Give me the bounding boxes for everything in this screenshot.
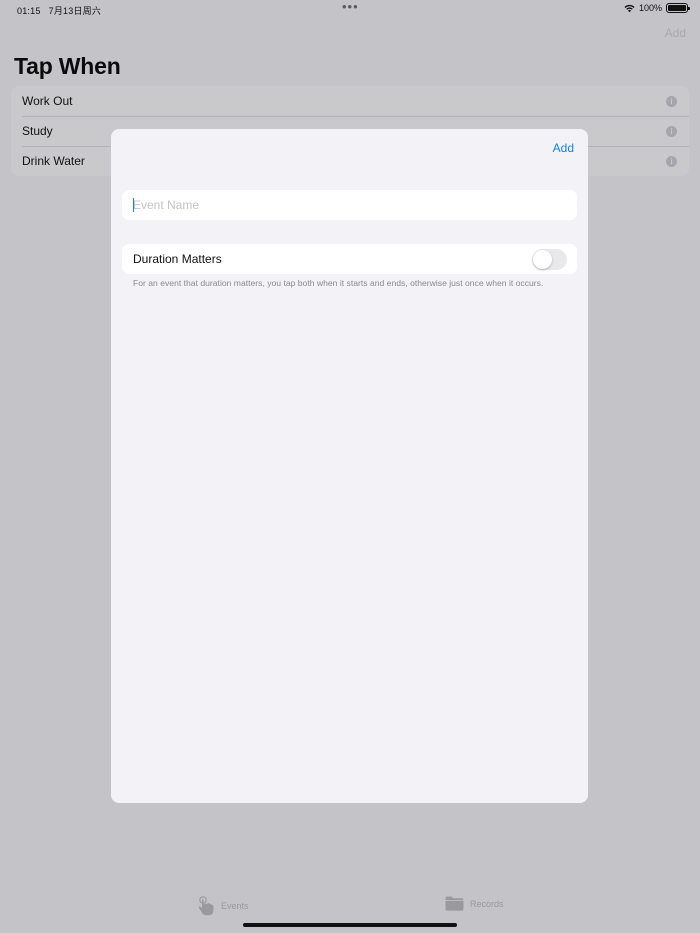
event-name-field[interactable] (122, 190, 577, 220)
duration-matters-label: Duration Matters (133, 252, 222, 266)
duration-matters-toggle[interactable] (532, 248, 567, 270)
status-bar: 01:15 7月13日周六 ••• 100% (0, 0, 700, 18)
add-button[interactable]: Add (553, 141, 574, 155)
tab-events[interactable]: Events (197, 896, 249, 916)
list-item-label: Study (22, 124, 53, 138)
info-icon[interactable]: i (666, 95, 677, 107)
info-icon[interactable]: i (666, 155, 677, 167)
info-icon[interactable]: i (666, 125, 677, 137)
status-time: 01:15 7月13日周六 (17, 4, 101, 17)
multitasking-dots-icon[interactable]: ••• (342, 0, 359, 13)
status-clock: 01:15 (17, 6, 41, 16)
status-indicators: 100% (624, 3, 690, 13)
add-event-sheet: Add Duration Matters For an event that d… (111, 129, 588, 803)
tab-records-label: Records (470, 898, 504, 909)
screen: 01:15 7月13日周六 ••• 100% Add Tap When Work… (0, 0, 700, 933)
text-cursor (133, 198, 134, 212)
toggle-knob (533, 249, 552, 269)
event-name-input[interactable] (133, 198, 577, 212)
list-item-label: Work Out (22, 94, 73, 108)
wifi-icon (624, 4, 635, 12)
tab-events-label: Events (221, 901, 249, 911)
home-indicator[interactable] (243, 923, 457, 927)
battery-percent: 100% (638, 3, 662, 13)
folder-icon (445, 896, 464, 911)
status-date: 7月13日周六 (48, 6, 102, 16)
list-item[interactable]: Work Out i (11, 86, 689, 116)
tab-records[interactable]: Records (445, 896, 504, 911)
duration-matters-row: Duration Matters (122, 244, 577, 274)
tab-bar: Events Records (0, 893, 700, 923)
duration-footnote: For an event that duration matters, you … (133, 278, 544, 288)
list-item-label: Drink Water (22, 154, 85, 168)
hand-tap-icon (198, 896, 214, 916)
page-title: Tap When (14, 53, 121, 79)
battery-icon (666, 3, 690, 13)
background-add-button[interactable]: Add (665, 26, 686, 40)
